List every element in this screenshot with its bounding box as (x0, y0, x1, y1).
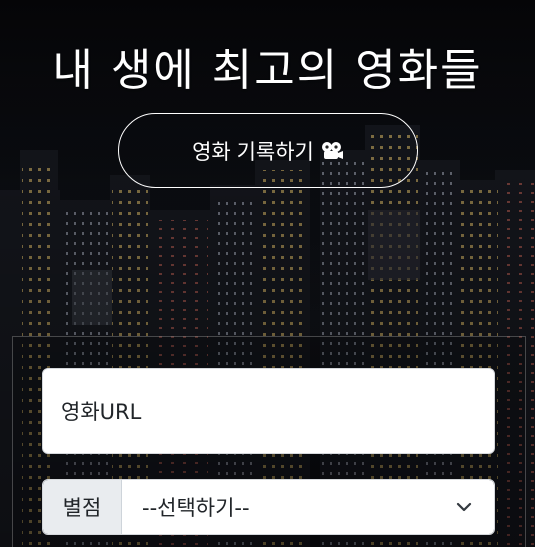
rating-select-value: --선택하기-- (142, 496, 250, 520)
film-projector-icon (321, 141, 343, 159)
rating-addon-label: 별점 (43, 480, 122, 534)
rating-select-group: 별점 --선택하기-- (42, 479, 495, 535)
rating-select[interactable]: --선택하기-- (122, 480, 494, 534)
chevron-down-icon (456, 502, 472, 512)
page-title: 내 생에 최고의 영화들 (52, 45, 483, 97)
hero-section: 내 생에 최고의 영화들 영화 기록하기 영화URL 별점 --선택하기-- (0, 0, 535, 547)
movie-url-input[interactable]: 영화URL (42, 368, 495, 454)
record-movie-button-label: 영화 기록하기 (192, 140, 314, 164)
movie-url-placeholder: 영화URL (61, 400, 142, 424)
record-movie-button[interactable]: 영화 기록하기 (118, 113, 418, 188)
